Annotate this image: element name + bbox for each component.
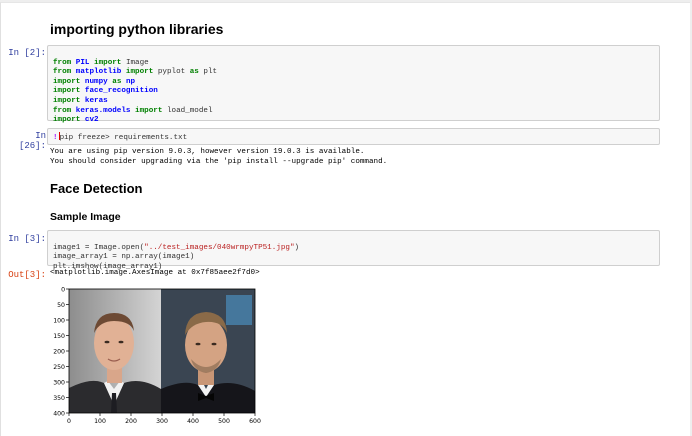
pip-output-line-2: You should consider upgrading via the 'p…	[50, 158, 388, 166]
code-line: import keras	[53, 96, 108, 105]
heading-importing: importing python libraries	[50, 21, 224, 37]
code-cell-image[interactable]: image1 = Image.open("../test_images/040w…	[47, 230, 660, 271]
in-prompt-2: In [2]:	[8, 48, 46, 58]
y-tick-label: 200	[53, 348, 65, 355]
y-tick-label: 400	[53, 410, 65, 417]
code-cell-pip[interactable]: ! pip freeze> requirements.txt	[47, 128, 660, 145]
in-prompt-3: In [3]:	[8, 234, 46, 244]
pip-output-line-1: You are using pip version 9.0.3, however…	[50, 148, 365, 156]
code-line: import face_recognition	[53, 87, 158, 96]
y-tick-label: 300	[53, 379, 65, 386]
out-prompt-3: Out[3]:	[8, 270, 46, 280]
code-line: import numpy as np	[53, 77, 136, 86]
face-image	[69, 289, 255, 413]
in-prompt-26: In [26]:	[18, 131, 46, 151]
x-tick-label: 600	[249, 418, 261, 425]
x-tick-label: 300	[156, 418, 168, 425]
notebook: importing python libraries In [2]: from …	[0, 2, 690, 436]
image-plot: 0 50 100 150 200 250 300 350 400 0 100 200 300 400 50…	[53, 286, 261, 425]
y-tick-label: 50	[57, 302, 65, 309]
x-tick-label: 400	[187, 418, 199, 425]
code-line: image_array1 = np.array(image1)	[53, 253, 195, 262]
code-line: from PIL import Image	[53, 58, 149, 67]
y-tick-label: 0	[61, 286, 65, 293]
code-cell-imports[interactable]: from PIL import Image from matplotlib im…	[47, 45, 660, 125]
y-tick-label: 250	[53, 364, 65, 371]
heading-sample-image: Sample Image	[50, 211, 121, 223]
y-tick-label: 100	[53, 317, 65, 324]
heading-face-detection: Face Detection	[50, 181, 143, 196]
x-tick-label: 100	[94, 418, 106, 425]
x-tick-label: 200	[125, 418, 137, 425]
y-tick-label: 350	[53, 395, 65, 402]
code-line: from keras.models import load_model	[53, 106, 213, 115]
y-tick-label: 150	[53, 333, 65, 340]
code-line: pip freeze> requirements.txt	[59, 134, 188, 142]
code-line: from matplotlib import pyplot as plt	[53, 68, 218, 77]
x-tick-label: 500	[218, 418, 230, 425]
code-line: import cv2	[53, 116, 99, 125]
image-output-repr: <matplotlib.image.AxesImage at 0x7f85aee…	[50, 269, 260, 277]
x-tick-label: 0	[67, 418, 71, 425]
code-line: image1 = Image.open("../test_images/040w…	[53, 243, 300, 252]
